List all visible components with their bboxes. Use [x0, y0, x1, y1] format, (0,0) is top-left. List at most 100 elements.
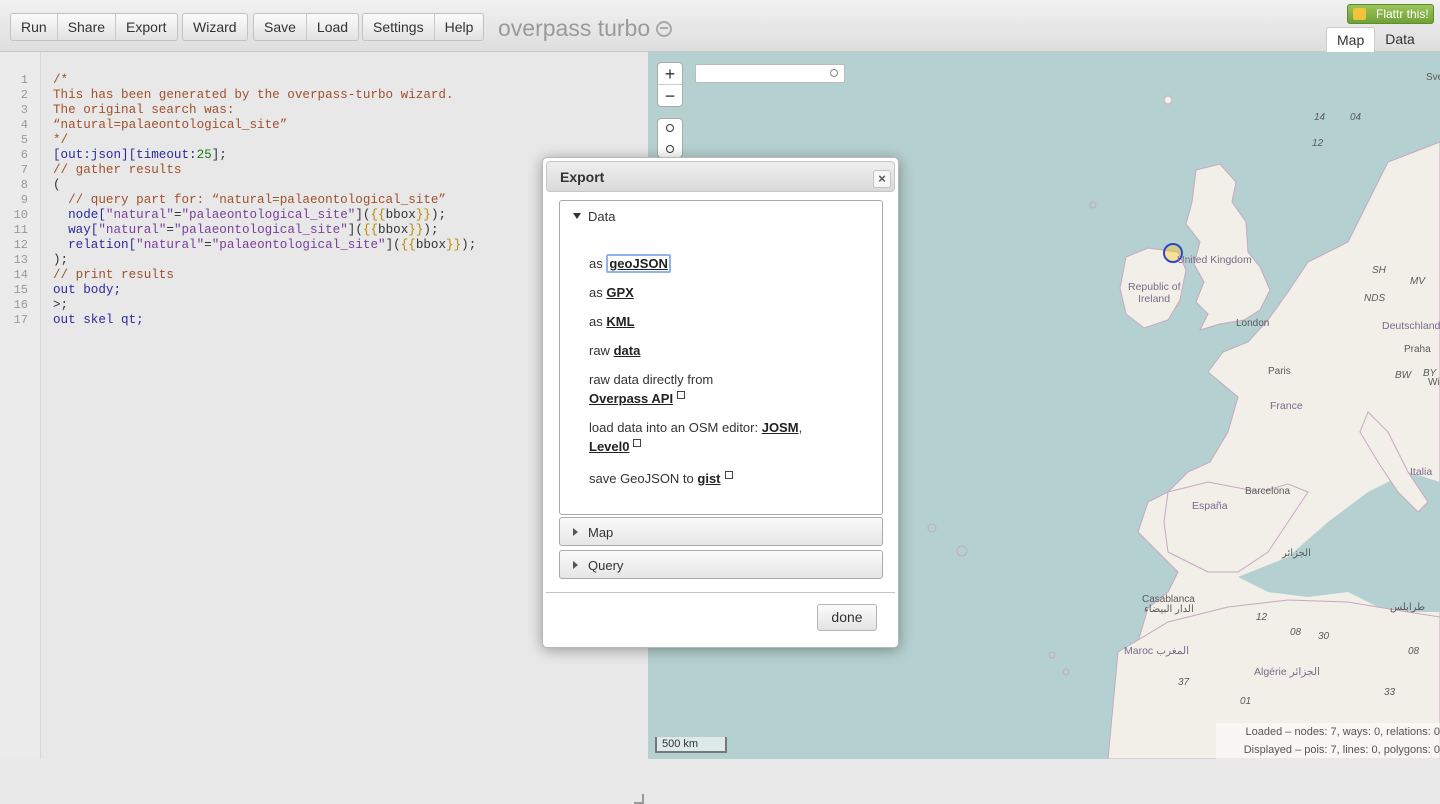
- code-token: ](: [347, 223, 363, 237]
- run-button[interactable]: Run: [11, 14, 58, 40]
- dialog-footer-divider: [546, 592, 895, 593]
- line-number: 4: [20, 118, 28, 132]
- map-label: Republic of: [1128, 281, 1181, 293]
- done-button[interactable]: done: [817, 604, 877, 631]
- code-token: "palaeontological_site": [211, 238, 386, 252]
- map-label: 33: [1384, 687, 1396, 698]
- dialog-header: Export ×: [546, 161, 895, 192]
- accordion-data[interactable]: Data: [559, 200, 883, 231]
- flattr-label: Flattr this!: [1376, 7, 1429, 21]
- code-line: node["natural"="palaeontological_site"](…: [53, 208, 446, 223]
- accordion-query[interactable]: Query: [559, 550, 883, 579]
- code-line: (: [53, 178, 61, 192]
- code-token: {{: [362, 223, 379, 237]
- line-number: 11: [13, 223, 28, 237]
- line-number: 5: [20, 133, 28, 147]
- status-loaded: Loaded – nodes: 7, ways: 0, relations: 0: [1216, 723, 1440, 741]
- code-token: bbox: [385, 208, 416, 222]
- settings-button[interactable]: Settings: [363, 14, 435, 40]
- load-button[interactable]: Load: [307, 14, 358, 40]
- export-raw: raw data: [589, 341, 640, 360]
- map-label: 12: [1312, 138, 1324, 149]
- map-label: Wie: [1428, 377, 1440, 388]
- geojson-link[interactable]: geoJSON: [606, 254, 671, 273]
- share-button[interactable]: Share: [58, 14, 117, 40]
- map-label: SH: [1372, 265, 1386, 276]
- wizard-button[interactable]: Wizard: [183, 14, 247, 40]
- code-token: );: [430, 208, 447, 222]
- export-editor: load data into an OSM editor: JOSM, Leve…: [589, 418, 859, 456]
- code-token: }}: [408, 223, 424, 237]
- code-token: bbox: [415, 238, 447, 252]
- code-line: // gather results: [53, 163, 182, 177]
- export-button[interactable]: Export: [116, 14, 176, 40]
- map-label: 12: [1256, 612, 1268, 623]
- line-number: 9: [20, 193, 28, 207]
- zoom-in-button[interactable]: +: [658, 63, 682, 85]
- map-label: Italia: [1410, 466, 1433, 478]
- status-displayed: Displayed – pois: 7, lines: 0, polygons:…: [1216, 741, 1440, 759]
- accordion-map[interactable]: Map: [559, 517, 883, 546]
- export-prefix: raw: [589, 343, 610, 358]
- flattr-button[interactable]: Flattr this!: [1347, 4, 1434, 24]
- comma: ,: [798, 420, 803, 435]
- code-line: );: [53, 253, 69, 267]
- raw-data-link[interactable]: data: [614, 343, 641, 358]
- map-label: Maroc المغرب: [1124, 645, 1190, 657]
- code-token: [out:json][timeout:: [53, 148, 197, 162]
- code-token: "palaeontological_site": [181, 208, 356, 222]
- josm-link[interactable]: JOSM: [762, 420, 799, 435]
- gpx-link[interactable]: GPX: [606, 285, 633, 300]
- map-label: الدار البيضاء: [1144, 604, 1194, 615]
- line-number: 16: [13, 298, 28, 312]
- scale-bar: 500 km: [655, 737, 727, 753]
- kml-link[interactable]: KML: [606, 314, 634, 329]
- map-label: الجزائر: [1282, 548, 1311, 559]
- accordion-map-label: Map: [588, 525, 614, 540]
- line-number: 6: [20, 148, 28, 162]
- settings-help-group: Settings Help: [362, 13, 485, 41]
- external-link-icon: [724, 471, 733, 479]
- data-export-panel: as geoJSON as GPX as KML raw data raw da…: [559, 230, 883, 515]
- locate-button[interactable]: [658, 139, 682, 159]
- zoom-to-data-button[interactable]: [658, 119, 682, 139]
- map-label: 14: [1314, 112, 1326, 123]
- map-label: 08: [1408, 646, 1420, 657]
- overpass-api-link[interactable]: Overpass API: [589, 391, 673, 406]
- dialog-title: Export: [560, 169, 605, 185]
- level0-link[interactable]: Level0: [589, 439, 629, 454]
- line-number: 10: [13, 208, 28, 222]
- zoom-out-button[interactable]: −: [658, 85, 682, 107]
- help-button[interactable]: Help: [435, 14, 484, 40]
- line-number: 1: [20, 73, 28, 87]
- export-gpx: as GPX: [589, 283, 634, 302]
- map-search-input[interactable]: [695, 64, 845, 83]
- map-label: 08: [1290, 627, 1302, 638]
- tab-map[interactable]: Map: [1326, 27, 1376, 52]
- map-label: Sve: [1426, 72, 1440, 83]
- line-number: 2: [20, 88, 28, 102]
- gist-link[interactable]: gist: [697, 471, 720, 486]
- code-token: ](: [385, 238, 401, 252]
- close-button[interactable]: ×: [873, 170, 891, 188]
- status-loaded-label: Loaded: [1245, 726, 1283, 738]
- accordion-query-label: Query: [588, 558, 624, 573]
- code-token: }}: [446, 238, 462, 252]
- tab-data[interactable]: Data: [1375, 27, 1425, 52]
- line-number: 7: [20, 163, 28, 177]
- resize-handle[interactable]: [634, 794, 644, 804]
- code-token: "palaeontological_site": [173, 223, 348, 237]
- code-token: "natural": [136, 238, 205, 252]
- code-token: {{: [370, 208, 386, 222]
- map-tools-control: [657, 118, 683, 158]
- code-line: /*: [53, 73, 69, 87]
- code-token: {{: [400, 238, 416, 252]
- code-token: "natural": [105, 208, 174, 222]
- save-button[interactable]: Save: [254, 14, 307, 40]
- code-token: =: [204, 238, 212, 252]
- map-label: NDS: [1364, 293, 1386, 304]
- wizard-group: Wizard: [182, 13, 248, 41]
- code-token: ](: [355, 208, 371, 222]
- code-line: The original search was:: [53, 103, 235, 117]
- code-line: out skel qt;: [53, 313, 144, 327]
